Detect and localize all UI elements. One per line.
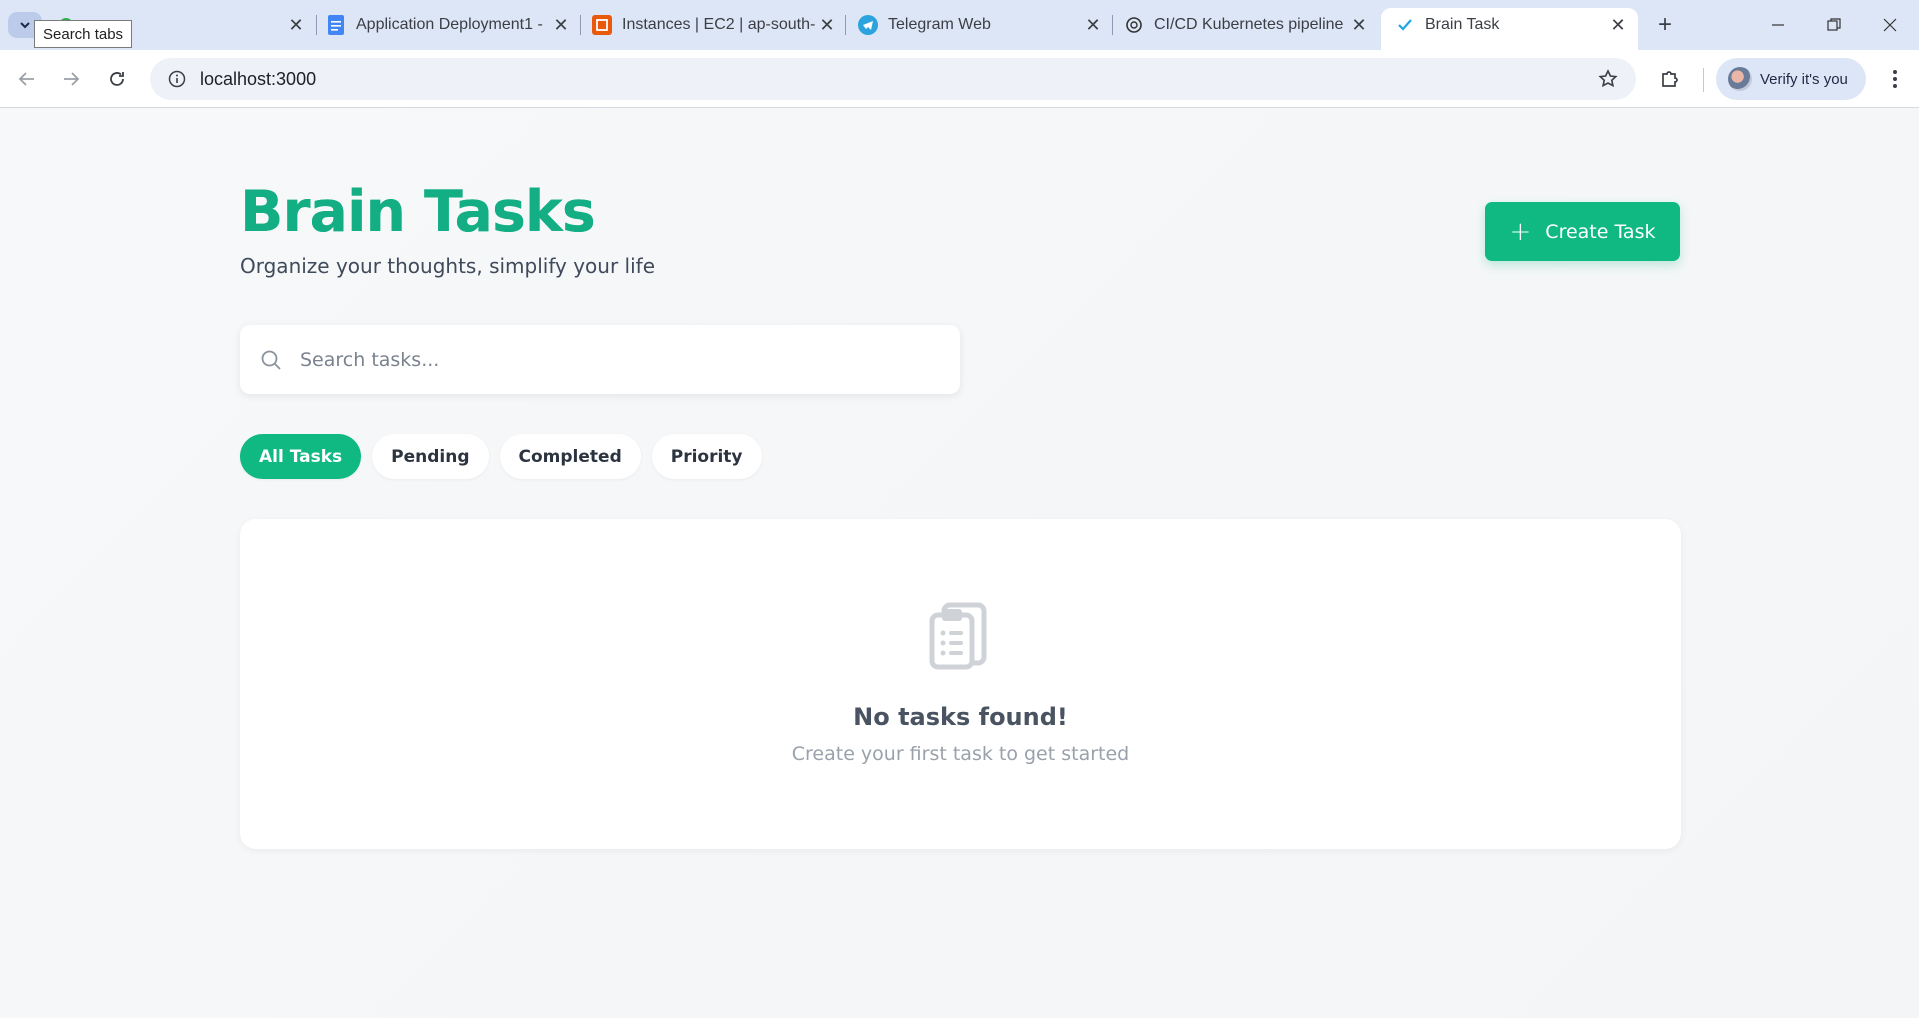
plus-icon: + [1509,216,1532,247]
tab-strip: Search tabs ✕ Application Deployment1 - … [0,0,1919,50]
clipboard-icon [929,602,987,670]
page-title: Brain Tasks [240,179,596,245]
forward-button[interactable] [56,64,86,94]
back-button[interactable] [12,64,42,94]
app-page: Brain Tasks Organize your thoughts, simp… [0,109,1919,1018]
arrow-left-icon [18,72,34,86]
avatar [1728,67,1752,91]
filter-pending[interactable]: Pending [372,434,489,479]
close-icon [1883,18,1897,32]
more-vertical-icon [1893,70,1897,88]
bookmark-star-icon[interactable] [1596,67,1620,91]
search-tabs-tooltip: Search tabs [34,20,133,48]
tab-brain-task[interactable]: Brain Task ✕ [1381,8,1638,50]
filter-tabs: All Tasks Pending Completed Priority [240,434,762,479]
new-tab-button[interactable]: + [1652,11,1678,38]
close-tab-icon[interactable]: ✕ [1083,15,1103,35]
site-info-icon[interactable] [156,58,198,100]
openai-icon [1124,15,1144,35]
address-bar[interactable]: localhost:3000 [150,58,1636,100]
close-tab-icon[interactable]: ✕ [1349,15,1369,35]
extensions-button[interactable] [1655,64,1685,94]
tab-divider [1112,15,1113,35]
create-task-button[interactable]: + Create Task [1485,202,1680,261]
task-list-empty-state: No tasks found! Create your first task t… [240,519,1681,849]
close-tab-icon[interactable]: ✕ [286,15,306,35]
chevron-down-icon [20,22,30,29]
tab-telegram[interactable]: Telegram Web ✕ [858,8,1103,42]
minimize-icon [1772,24,1784,26]
filter-all-tasks[interactable]: All Tasks [240,434,362,479]
aws-icon [592,15,612,35]
close-tab-icon[interactable]: ✕ [1608,15,1628,35]
profile-verify-button[interactable]: Verify it's you [1716,58,1866,100]
tab-ec2-instances[interactable]: Instances | EC2 | ap-south- ✕ [592,8,837,42]
reload-icon [110,72,124,86]
puzzle-icon [1662,71,1678,87]
tab-divider [845,15,846,35]
page-subtitle: Organize your thoughts, simplify your li… [240,254,655,278]
url-text: localhost:3000 [200,68,317,89]
tab-divider [580,15,581,35]
arrow-right-icon [64,72,80,86]
close-tab-icon[interactable]: ✕ [551,15,571,35]
close-tab-icon[interactable]: ✕ [817,15,837,35]
browser-toolbar: localhost:3000 Verify it's you [0,50,1919,108]
empty-state-title: No tasks found! [853,703,1068,731]
empty-state-subtitle: Create your first task to get started [791,743,1130,765]
close-window-button[interactable] [1870,10,1910,40]
filter-completed[interactable]: Completed [499,434,641,479]
browser-menu-button[interactable] [1880,64,1910,94]
restore-button[interactable] [1814,10,1854,40]
restore-icon [1827,18,1841,31]
telegram-icon [858,15,878,35]
search-icon [258,347,284,373]
reload-button[interactable] [102,64,132,94]
search-input[interactable] [300,348,900,371]
checkmark-icon [1395,15,1415,35]
minimize-button[interactable] [1758,10,1798,40]
tab-application-deployment[interactable]: Application Deployment1 - ✕ [326,8,571,42]
tab-cicd-pipeline[interactable]: CI/CD Kubernetes pipeline ✕ [1124,8,1369,42]
search-bar [240,325,960,394]
tab-divider [316,15,317,35]
toolbar-divider [1703,68,1704,92]
filter-priority[interactable]: Priority [651,434,762,479]
docs-icon [326,15,346,35]
